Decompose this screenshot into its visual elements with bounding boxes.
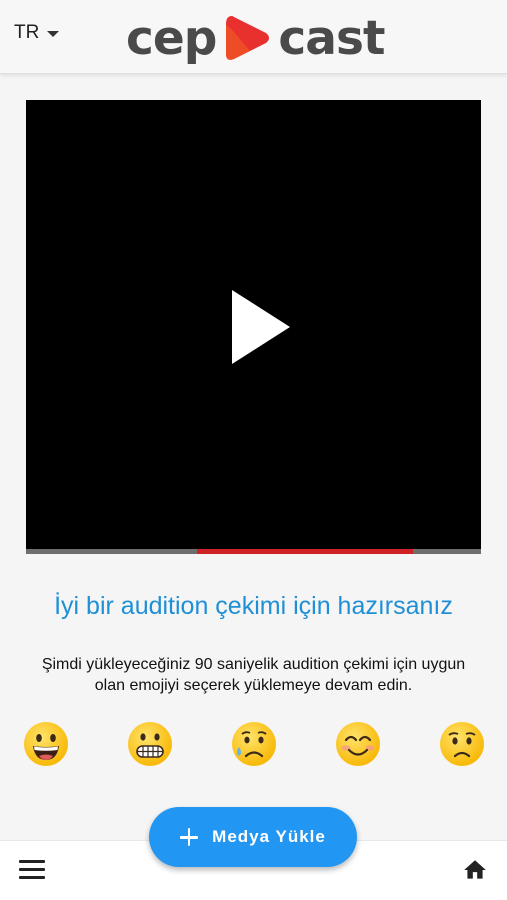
logo-play-icon (226, 16, 270, 60)
language-label: TR (14, 22, 40, 43)
app-header: TR cep cast (0, 0, 507, 74)
grimacing-face-icon[interactable] (126, 720, 174, 768)
logo-text-left: cep (126, 10, 217, 66)
home-icon[interactable] (462, 857, 488, 883)
page-description: Şimdi yükleyeceğiniz 90 saniyelik auditi… (41, 656, 466, 694)
smiling-blush-face-icon[interactable] (334, 720, 382, 768)
hamburger-menu-icon[interactable] (19, 860, 45, 882)
app-logo: cep cast (126, 8, 385, 68)
grinning-face-icon[interactable] (22, 720, 70, 768)
video-player[interactable] (26, 100, 481, 554)
play-icon[interactable] (230, 288, 292, 366)
language-selector[interactable]: TR (14, 22, 60, 44)
sad-sweat-face-icon[interactable] (230, 720, 278, 768)
chevron-down-icon (47, 31, 60, 37)
page-title: İyi bir audition çekimi için hazırsanız (54, 592, 453, 620)
worried-face-icon[interactable] (438, 720, 486, 768)
upload-media-button[interactable]: Medya Yükle (149, 807, 357, 867)
video-progress-bar[interactable] (26, 549, 481, 554)
logo-text-right: cast (278, 10, 385, 66)
video-progress-fill (196, 549, 413, 554)
plus-icon (180, 828, 199, 846)
emoji-picker (22, 720, 487, 770)
upload-media-label: Medya Yükle (212, 827, 326, 846)
